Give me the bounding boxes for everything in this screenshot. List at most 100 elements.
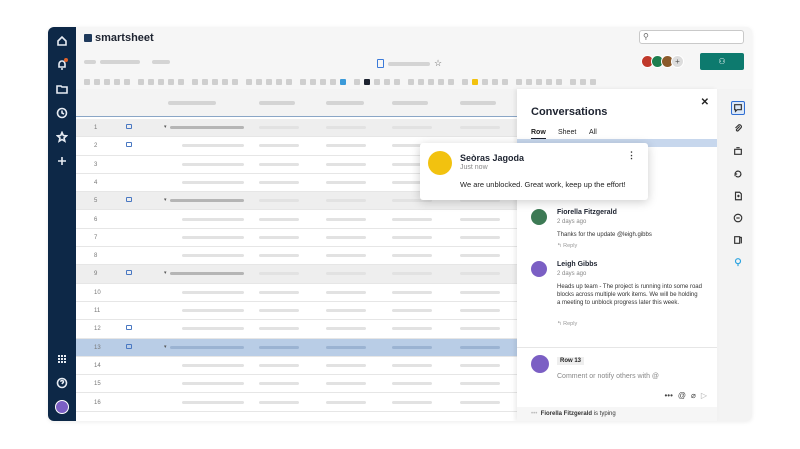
table-row[interactable]: 14 xyxy=(76,357,538,376)
toolbar-icon[interactable] xyxy=(394,79,400,85)
toolbar-icon[interactable] xyxy=(384,79,390,85)
comment-icon[interactable] xyxy=(126,270,132,276)
toolbar-icon[interactable] xyxy=(232,79,238,85)
toolbar-icon[interactable] xyxy=(178,79,184,85)
toolbar-icon[interactable] xyxy=(202,79,208,85)
tab-all[interactable]: All xyxy=(589,129,597,136)
proofs-icon[interactable] xyxy=(731,233,745,247)
toolbar-icon[interactable] xyxy=(472,79,478,85)
activity-log-icon[interactable] xyxy=(731,167,745,181)
table-row[interactable]: 7 xyxy=(76,229,538,248)
new-comment-popup[interactable]: Seòras Jagoda Just now We are unblocked.… xyxy=(420,143,648,200)
toolbar-icon[interactable] xyxy=(114,79,120,85)
comment-icon[interactable] xyxy=(126,142,132,148)
attach-icon[interactable]: ⌀ xyxy=(691,391,696,400)
notifications-icon[interactable] xyxy=(48,55,76,75)
toolbar-icon[interactable] xyxy=(276,79,282,85)
table-row[interactable]: 1 ▾ xyxy=(76,119,538,138)
toolbar-icon[interactable] xyxy=(556,79,562,85)
favorite-star-icon[interactable]: ☆ xyxy=(434,58,442,69)
collapse-caret-icon[interactable]: ▾ xyxy=(164,344,167,350)
table-row[interactable]: 10 xyxy=(76,284,538,302)
toolbar-icon[interactable] xyxy=(462,79,468,85)
logo[interactable]: smartsheet xyxy=(84,32,154,44)
toolbar-icon[interactable] xyxy=(408,79,414,85)
share-button[interactable]: ⚇ xyxy=(700,53,744,70)
tab-row[interactable]: Row xyxy=(531,129,546,139)
toolbar-icon[interactable] xyxy=(148,79,154,85)
close-icon[interactable]: ✕ xyxy=(701,97,709,108)
table-row[interactable]: 13 ▾ xyxy=(76,338,538,357)
toolbar-icon[interactable] xyxy=(222,79,228,85)
toolbar-icon[interactable] xyxy=(546,79,552,85)
help-icon[interactable] xyxy=(48,373,76,393)
table-row[interactable]: 11 xyxy=(76,302,538,321)
toolbar-icon[interactable] xyxy=(310,79,316,85)
toolbar-icon[interactable] xyxy=(124,79,130,85)
collapse-caret-icon[interactable]: ▾ xyxy=(164,124,167,130)
toolbar-icon[interactable] xyxy=(256,79,262,85)
toolbar-icon[interactable] xyxy=(158,79,164,85)
toolbar-icon[interactable] xyxy=(168,79,174,85)
toolbar-icon[interactable] xyxy=(84,79,90,85)
toolbar-icon[interactable] xyxy=(340,79,346,85)
folder-icon[interactable] xyxy=(48,79,76,99)
comment-icon[interactable] xyxy=(126,325,132,331)
home-icon[interactable] xyxy=(48,31,76,51)
toolbar-icon[interactable] xyxy=(374,79,380,85)
table-row[interactable]: 9 ▾ xyxy=(76,265,538,284)
toolbar-icon[interactable] xyxy=(482,79,488,85)
conversations-icon[interactable] xyxy=(731,101,745,115)
toolbar-icon[interactable] xyxy=(580,79,586,85)
toolbar-icon[interactable] xyxy=(516,79,522,85)
toolbar-icon[interactable] xyxy=(438,79,444,85)
summary-icon[interactable] xyxy=(731,189,745,203)
reply-link[interactable]: ↰ Reply xyxy=(557,321,577,327)
add-collaborator-icon[interactable]: + xyxy=(671,55,684,68)
more-icon[interactable]: ••• xyxy=(664,391,672,400)
recents-icon[interactable] xyxy=(48,103,76,123)
comment-input[interactable]: Comment or notify others with @ xyxy=(557,373,659,380)
toolbar-icon[interactable] xyxy=(364,79,370,85)
toolbar-icon[interactable] xyxy=(502,79,508,85)
toolbar-icon[interactable] xyxy=(536,79,542,85)
toolbar-icon[interactable] xyxy=(570,79,576,85)
toolbar-icon[interactable] xyxy=(448,79,454,85)
comment-icon[interactable] xyxy=(126,197,132,203)
collapse-caret-icon[interactable]: ▾ xyxy=(164,197,167,203)
toolbar-icon[interactable] xyxy=(212,79,218,85)
toolbar-icon[interactable] xyxy=(300,79,306,85)
table-row[interactable]: 15 xyxy=(76,375,538,394)
favorites-icon[interactable] xyxy=(48,127,76,147)
comment-icon[interactable] xyxy=(126,124,132,129)
add-icon[interactable] xyxy=(48,151,76,171)
toolbar-icon[interactable] xyxy=(526,79,532,85)
mention-icon[interactable]: @ xyxy=(678,391,686,400)
bridge-icon[interactable] xyxy=(731,255,745,269)
toolbar-icon[interactable] xyxy=(418,79,424,85)
search-input[interactable]: ⚲ xyxy=(639,30,744,44)
collaborator-avatars[interactable]: + xyxy=(641,55,684,68)
user-avatar[interactable] xyxy=(48,397,76,417)
toolbar-icon[interactable] xyxy=(104,79,110,85)
toolbar-icon[interactable] xyxy=(246,79,252,85)
toolbar-icon[interactable] xyxy=(590,79,596,85)
attachments-icon[interactable] xyxy=(731,121,745,135)
comment-icon[interactable] xyxy=(126,343,132,349)
tab-sheet[interactable]: Sheet xyxy=(558,129,576,136)
apps-grid-icon[interactable] xyxy=(48,349,76,369)
update-requests-icon[interactable] xyxy=(731,211,745,225)
toolbar-icon[interactable] xyxy=(94,79,100,85)
collapse-caret-icon[interactable]: ▾ xyxy=(164,270,167,276)
send-icon[interactable]: ▷ xyxy=(701,391,707,400)
table-row[interactable]: 12 xyxy=(76,320,538,339)
table-row[interactable]: 8 xyxy=(76,247,538,266)
toolbar-icon[interactable] xyxy=(492,79,498,85)
toolbar-icon[interactable] xyxy=(266,79,272,85)
toolbar-icon[interactable] xyxy=(354,79,360,85)
toolbar-icon[interactable] xyxy=(330,79,336,85)
table-row[interactable]: 6 xyxy=(76,211,538,229)
sheet-name[interactable]: ☆ xyxy=(377,58,442,69)
kebab-menu-icon[interactable]: ⋮ xyxy=(627,150,636,161)
toolbar-icon[interactable] xyxy=(286,79,292,85)
